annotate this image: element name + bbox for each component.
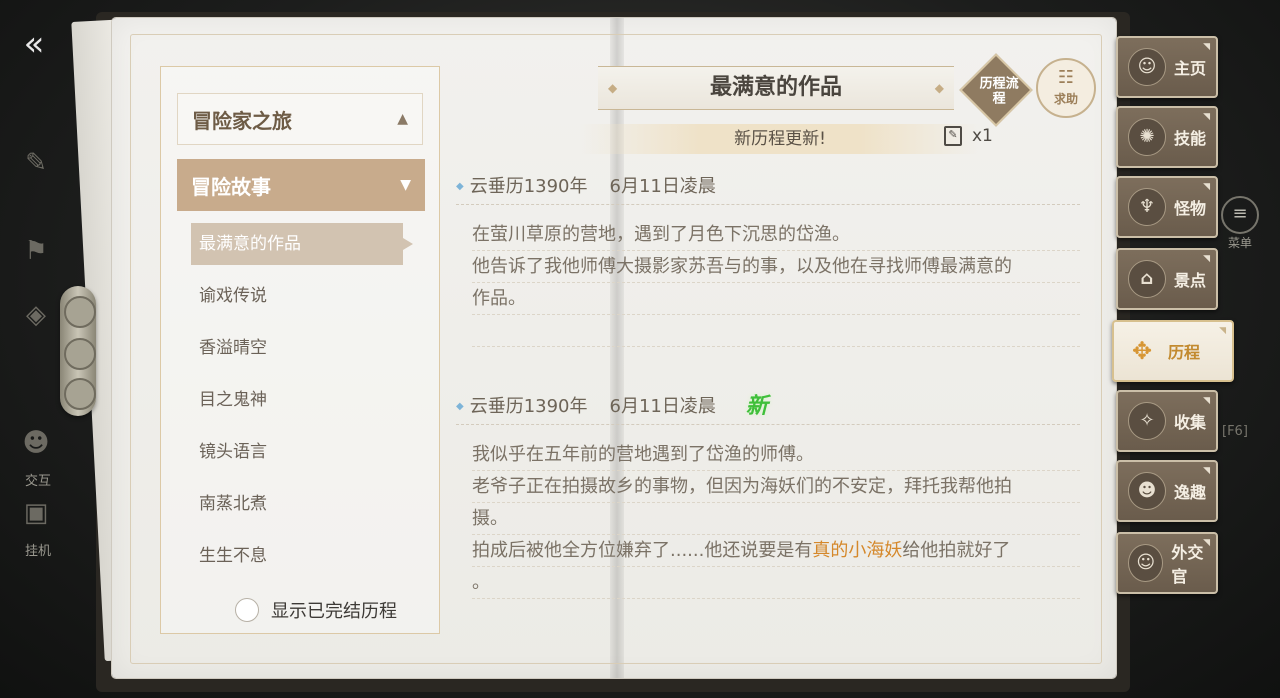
story-item[interactable]: 镜头语言 <box>191 431 431 483</box>
entry-time: 6月11日凌晨 <box>609 176 716 197</box>
clip-ring <box>64 338 96 370</box>
corner-arrow-icon: ◥ <box>1203 396 1210 406</box>
book-clip <box>60 286 96 416</box>
tab-label: 主页 <box>1174 59 1207 78</box>
story-list: 最满意的作品 谕戏传说 香溢晴空 目之鬼神 镜头语言 南蒸北煮 生生不息 <box>191 223 431 587</box>
entry-line: 摄。 <box>472 503 1080 535</box>
story-sidebar: 冒险家之旅 ▲ 冒险故事 ▼ 最满意的作品 谕戏传说 香溢晴空 目之鬼神 镜头语… <box>160 66 440 634</box>
highlight-text: 真的小海妖 <box>812 540 903 561</box>
interact-label: 交互 <box>24 474 51 489</box>
diplomat-icon: ☺ <box>1128 544 1164 582</box>
radio-button[interactable] <box>235 598 259 622</box>
tab-label: 怪物 <box>1174 199 1207 218</box>
tab-label: 技能 <box>1174 129 1207 148</box>
entry-line: 他告诉了我他师傅大摄影家苏吾与的事，以及他在寻找师傅最满意的 <box>472 251 1080 283</box>
story-item[interactable]: 香溢晴空 <box>191 327 431 379</box>
category-label: 冒险家之旅 <box>192 108 292 133</box>
entry-date: ◆ 云垂历1390年 6月11日凌晨 <box>456 170 1080 205</box>
update-count: x1 <box>972 126 993 146</box>
entry-text: 拍成后被他全方位嫌弃了......他还说要是有 <box>472 540 813 561</box>
chevron-up-icon: ▲ <box>397 111 408 127</box>
tab-landmarks[interactable]: ⌂ 景点 ◥ <box>1116 248 1218 310</box>
clip-ring <box>64 296 96 328</box>
idle-label: 挂机 <box>24 544 51 559</box>
entry-date: ◆ 云垂历1390年 6月11日凌晨 新 <box>456 390 1080 425</box>
tab-label: 收集 <box>1174 413 1207 432</box>
subcategory-label: 冒险故事 <box>191 174 271 199</box>
entry-line: 。 <box>472 567 1080 599</box>
entry-year: 云垂历1390年 <box>469 396 588 417</box>
tab-monsters[interactable]: ♆ 怪物 ◥ <box>1116 176 1218 238</box>
corner-arrow-icon: ◥ <box>1219 326 1226 336</box>
corner-arrow-icon: ◥ <box>1203 466 1210 476</box>
compass-icon[interactable]: ◈ <box>14 300 58 340</box>
flag-icon[interactable]: ⚑ <box>14 236 58 276</box>
tab-diplomat[interactable]: ☺ 外交官 ◥ <box>1116 532 1218 594</box>
tab-home[interactable]: ☺ 主页 ◥ <box>1116 36 1218 98</box>
corner-arrow-icon: ◥ <box>1203 112 1210 122</box>
entry-body: 我似乎在五年前的营地遇到了岱渔的师傅。 老爷子正在拍摄故乡的事物，但因为海妖们的… <box>456 425 1080 599</box>
journal-entry: ◆ 云垂历1390年 6月11日凌晨 在萤川草原的营地，遇到了月色下沉思的岱渔。… <box>456 170 1080 347</box>
menu-icon: ≡ <box>1221 196 1259 234</box>
new-badge: 新 <box>745 394 768 419</box>
back-arrow-icon[interactable]: « <box>12 22 56 66</box>
corner-arrow-icon: ◥ <box>1203 42 1210 52</box>
entry-line: 老爷子正在拍摄故乡的事物，但因为海妖们的不安定，拜托我帮他拍 <box>472 471 1080 503</box>
tab-collection[interactable]: ✧ 收集 ◥ <box>1116 390 1218 452</box>
entry-body: 在萤川草原的营地，遇到了月色下沉思的岱渔。 他告诉了我他师傅大摄影家苏吾与的事，… <box>456 205 1080 347</box>
f6-hint: [F6] <box>1222 424 1248 439</box>
entry-year: 云垂历1390年 <box>469 176 588 197</box>
entry-line-blank <box>472 315 1080 347</box>
fun-icon: ☻ <box>1128 472 1166 510</box>
corner-arrow-icon: ◥ <box>1203 538 1210 548</box>
entry-text: 给他拍就好了 <box>902 540 1011 561</box>
story-item[interactable]: 谕戏传说 <box>191 275 431 327</box>
entry-time: 6月11日凌晨 <box>609 396 716 417</box>
story-item[interactable]: 最满意的作品 <box>191 223 413 265</box>
help-book-icon: ☷ <box>1057 67 1075 88</box>
update-banner: 新历程更新! <box>580 124 980 154</box>
tab-fun[interactable]: ☻ 逸趣 ◥ <box>1116 460 1218 522</box>
tab-skills[interactable]: ✺ 技能 ◥ <box>1116 106 1218 168</box>
page-title: 最满意的作品 <box>598 66 954 110</box>
help-button[interactable]: ☷ 求助 <box>1036 58 1096 118</box>
update-counter: ✎ x1 <box>944 126 993 146</box>
journal-entry: ◆ 云垂历1390年 6月11日凌晨 新 我似乎在五年前的营地遇到了岱渔的师傅。… <box>456 390 1080 599</box>
subcategory-adventure-stories[interactable]: 冒险故事 ▼ <box>177 159 425 211</box>
chevron-down-icon: ▼ <box>400 177 411 193</box>
note-edit-icon: ✎ <box>944 126 962 146</box>
help-label: 求助 <box>1053 92 1078 106</box>
entry-line: 拍成后被他全方位嫌弃了......他还说要是有真的小海妖给他拍就好了 <box>472 535 1080 567</box>
entry-line: 作品。 <box>472 283 1080 315</box>
menu-label: 菜单 <box>1227 236 1252 250</box>
show-completed-toggle[interactable]: 显示已完结历程 <box>235 597 397 623</box>
tab-label: 景点 <box>1174 271 1207 290</box>
skill-icon: ✺ <box>1128 118 1166 156</box>
interact-icon[interactable]: ☻ <box>14 428 58 468</box>
diamond-bullet-icon: ◆ <box>456 181 464 192</box>
story-item[interactable]: 南蒸北煮 <box>191 483 431 535</box>
entry-line: 我似乎在五年前的营地遇到了岱渔的师傅。 <box>472 439 1080 471</box>
category-adventurer-journey[interactable]: 冒险家之旅 ▲ <box>177 93 423 145</box>
show-completed-label: 显示已完结历程 <box>271 601 397 622</box>
collect-icon: ✧ <box>1128 402 1166 440</box>
entry-line: 在萤川草原的营地，遇到了月色下沉思的岱渔。 <box>472 219 1080 251</box>
clip-ring <box>64 378 96 410</box>
home-icon: ☺ <box>1128 48 1166 86</box>
story-item[interactable]: 目之鬼神 <box>191 379 431 431</box>
idle-icon[interactable]: ▣ <box>14 498 58 538</box>
scroll-icon[interactable]: ✎ <box>14 148 58 188</box>
journey-icon: ✥ <box>1131 337 1153 365</box>
monster-icon: ♆ <box>1128 188 1166 226</box>
tab-journey[interactable]: ✥ 历程 ◥ <box>1112 320 1234 382</box>
tab-label: 历程 <box>1168 343 1201 362</box>
corner-arrow-icon: ◥ <box>1203 182 1210 192</box>
story-item[interactable]: 生生不息 <box>191 535 431 587</box>
journey-flow-label: 历程流程 <box>979 76 1019 107</box>
menu-button[interactable]: ≡ 菜单 <box>1218 196 1262 256</box>
diamond-bullet-icon: ◆ <box>456 401 464 412</box>
corner-arrow-icon: ◥ <box>1203 254 1210 264</box>
landmark-icon: ⌂ <box>1128 260 1166 298</box>
tab-label: 逸趣 <box>1174 483 1207 502</box>
